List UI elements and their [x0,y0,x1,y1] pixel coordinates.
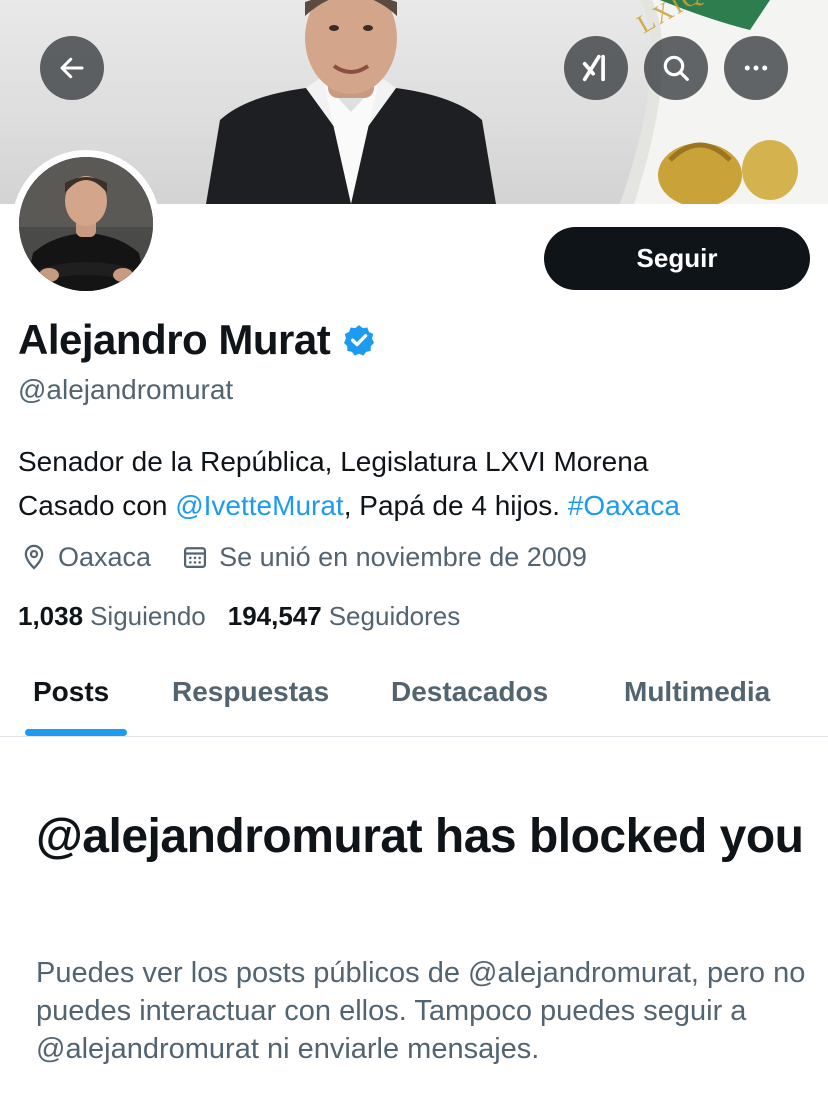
followers-label: Seguidores [328,601,461,631]
bio-line-2-prefix: Casado con [18,490,176,521]
profile-stats: 1,038 Siguiendo 194,547 Seguidores [18,598,460,634]
banner-person-image [206,0,496,204]
joined-text: Se unió en noviembre de 2009 [219,542,587,572]
search-button[interactable] [644,36,708,100]
search-icon [663,55,689,81]
hashtag-link[interactable]: #Oaxaca [568,490,680,521]
verified-badge-icon[interactable] [342,323,376,357]
follow-button[interactable]: Seguir [544,227,810,290]
profile-tabs: Posts Respuestas Destacados Multimedia [0,648,828,737]
more-horizontal-icon [744,65,768,71]
blocked-description: Puedes ver los posts públicos de @alejan… [36,957,806,1065]
joined-item: Se unió en noviembre de 2009 [181,538,587,576]
grok-icon [582,54,605,82]
tab-respuestas[interactable]: Respuestas [172,648,329,736]
arrow-left-icon [60,57,84,79]
location-pin-icon [24,544,44,570]
bio-line-1: Senador de la República, Legislatura LXV… [18,446,649,477]
location-text: Oaxaca [58,542,152,572]
active-tab-indicator [25,729,127,736]
more-options-button[interactable] [724,36,788,100]
calendar-icon [184,547,207,569]
banner-flag-image [620,0,828,204]
mention-link[interactable]: @IvetteMurat [175,490,343,521]
display-name: Alejandro Murat [18,316,331,363]
followers-stat[interactable]: 194,547 Seguidores [228,598,461,634]
back-button[interactable] [40,36,104,100]
profile-handle: @alejandromurat [18,374,234,405]
profile-bio: Senador de la República, Legislatura LXV… [18,440,818,528]
followers-count: 194,547 [227,601,322,631]
following-label: Siguiendo [90,601,206,631]
display-name-row: Alejandro Murat [18,314,376,366]
bio-line-2-middle: , Papá de 4 hijos. [343,490,568,521]
following-count: 1,038 [18,601,84,631]
grok-button[interactable] [564,36,628,100]
avatar-image [19,157,153,291]
following-stat[interactable]: 1,038 Siguiendo [18,598,206,634]
blocked-title: @alejandromurat has blocked you [36,810,804,863]
tab-destacados[interactable]: Destacados [391,648,548,736]
tab-posts[interactable]: Posts [33,648,109,736]
profile-page: LXIQNOS [0,0,828,1112]
bio-line-2: Casado con @IvetteMurat, Papá de 4 hijos… [18,484,818,528]
avatar[interactable] [19,157,153,291]
profile-meta: Oaxaca Se unió en noviembre de 2009 [20,538,587,576]
location-item: Oaxaca [20,538,151,576]
tab-multimedia[interactable]: Multimedia [624,648,770,736]
